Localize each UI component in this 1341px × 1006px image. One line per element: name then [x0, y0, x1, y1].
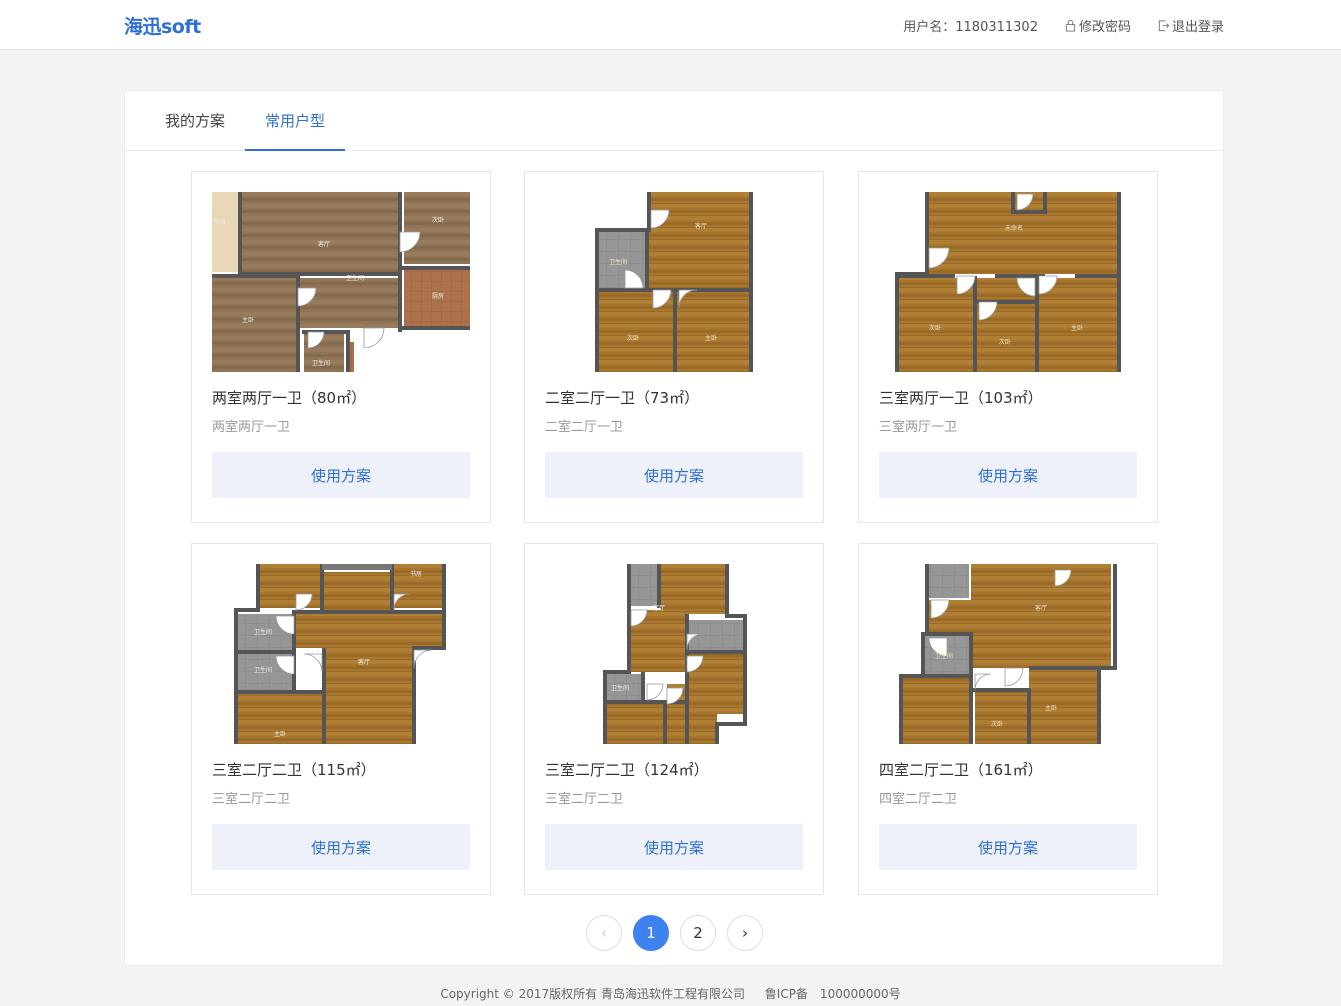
layout-title: 四室二厅二卫（161㎡）	[879, 761, 1043, 779]
use-plan-button[interactable]: 使用方案	[212, 824, 470, 870]
username-display: 用户名：1180311302	[903, 16, 1038, 35]
copyright-text: Copyright © 2017版权所有 青岛海迅软件工程有限公司	[440, 987, 745, 1001]
room-label: 卫生间	[254, 666, 272, 674]
room-label: 主卧	[242, 316, 254, 324]
layout-card: 客厅 卫生间 三室二厅二卫（124㎡） 三室二厅二卫 使用方案	[524, 543, 824, 895]
room-label: 卫生间	[254, 628, 272, 636]
lock-icon	[1065, 19, 1076, 32]
page-button-2[interactable]: 2	[680, 915, 716, 951]
username-label: 用户名：1180311302	[903, 20, 1038, 35]
room-label: 主卧	[705, 334, 717, 342]
room-label: 客厅	[653, 604, 665, 612]
room-label: 客厅	[695, 222, 707, 230]
layout-title: 三室二厅二卫（124㎡）	[545, 761, 709, 779]
page-button-1[interactable]: 1	[633, 915, 669, 951]
room-label: 主卧	[1071, 324, 1083, 332]
floor-plan-image: 客厅 卫生间	[603, 564, 747, 744]
room-label: 客厅	[1035, 604, 1047, 612]
room-label: 次卧	[999, 338, 1011, 346]
top-header: 海迅soft 用户名：1180311302 修改密码 退出登录	[0, 0, 1341, 50]
layout-subtitle: 三室两厅一卫	[879, 420, 958, 435]
layout-subtitle: 两室两厅一卫	[212, 420, 291, 435]
tab-common-layouts[interactable]: 常用户型	[245, 91, 345, 151]
layout-subtitle: 四室二厅二卫	[879, 792, 958, 807]
chevron-left-icon: ‹	[601, 924, 607, 942]
use-plan-button[interactable]: 使用方案	[879, 824, 1137, 870]
room-label: 卫生间	[312, 359, 330, 367]
floor-plan-image: 卫生间 卫生间 客厅 主卧 书房	[234, 564, 448, 744]
room-label: 次卧	[432, 216, 444, 224]
logout-icon	[1158, 20, 1170, 32]
room-label: 客厅	[318, 240, 330, 248]
next-page-button[interactable]: ›	[727, 915, 763, 951]
use-plan-button[interactable]: 使用方案	[545, 824, 803, 870]
room-label: 卫生间	[609, 258, 627, 266]
layout-card: 未命名 次卧 次卧 主卧 三室两厅一卫（103㎡） 三室两厅一卫 使用方案	[858, 171, 1158, 523]
use-plan-button[interactable]: 使用方案	[879, 452, 1137, 498]
use-plan-button[interactable]: 使用方案	[212, 452, 470, 498]
floor-plan-image: 客厅 卫生间 主卧 次卧	[895, 564, 1117, 744]
room-label: 主卧	[1045, 704, 1057, 712]
user-bar: 用户名：1180311302 修改密码 退出登录	[903, 16, 1224, 35]
room-label: 次卧	[929, 324, 941, 332]
use-plan-button[interactable]: 使用方案	[545, 452, 803, 498]
layout-subtitle: 三室二厅二卫	[212, 792, 291, 807]
prev-page-button[interactable]: ‹	[586, 915, 622, 951]
layout-title: 三室两厅一卫（103㎡）	[879, 389, 1043, 407]
logout-link[interactable]: 退出登录	[1157, 16, 1224, 35]
layout-card: 客厅 卫生间 次卧 主卧 二室二厅一卫（73㎡） 二室二厅一卫 使用方案	[524, 171, 824, 523]
pagination: ‹ 1 2 ›	[586, 915, 774, 951]
change-password-link[interactable]: 修改密码	[1064, 16, 1131, 35]
room-label: 厨房	[432, 292, 444, 300]
room-label: 客厅	[358, 658, 370, 666]
tab-bar: 我的方案 常用户型	[125, 91, 1223, 151]
change-password-label: 修改密码	[1078, 20, 1131, 35]
room-label: 卫生间	[935, 652, 953, 660]
room-label: 主卧	[274, 730, 286, 738]
room-label: 书房	[410, 570, 422, 578]
room-label: 未命名	[1005, 224, 1023, 232]
tab-my-plans[interactable]: 我的方案	[163, 91, 227, 151]
layout-card: 客厅 卫生间 主卧 次卧 四室二厅二卫（161㎡） 四室二厅二卫 使用方案	[858, 543, 1158, 895]
floor-plan-image: 客厅 卫生间 次卧 主卧	[595, 192, 755, 372]
room-label: 次卧	[991, 720, 1003, 728]
layout-card: 卫生间 卫生间 客厅 主卧 书房 三室二厅二卫（115㎡） 三室二厅二卫 使用方…	[191, 543, 491, 895]
room-label: 阳台	[214, 218, 226, 226]
room-label: 卫生间	[346, 274, 364, 282]
layout-title: 二室二厅一卫（73㎡）	[545, 389, 700, 407]
main-panel: 我的方案 常用户型 阳台 客厅 次卧 主卧 厨房 卫生间 卫生间 两室两厅一卫（…	[124, 90, 1224, 966]
icp-text: 鲁ICP备 100000000号	[764, 987, 901, 1001]
chevron-right-icon: ›	[742, 924, 748, 942]
floor-plan-image: 未命名 次卧 次卧 主卧	[895, 192, 1121, 372]
layout-title: 三室二厅二卫（115㎡）	[212, 761, 376, 779]
layout-title: 两室两厅一卫（80㎡）	[212, 389, 367, 407]
room-label: 次卧	[627, 334, 639, 342]
logout-label: 退出登录	[1171, 20, 1224, 35]
brand-logo[interactable]: 海迅soft	[124, 12, 201, 39]
layout-card: 阳台 客厅 次卧 主卧 厨房 卫生间 卫生间 两室两厅一卫（80㎡） 两室两厅一…	[191, 171, 491, 523]
floor-plan-image: 阳台 客厅 次卧 主卧 厨房 卫生间 卫生间	[212, 192, 470, 372]
layout-subtitle: 三室二厅二卫	[545, 792, 624, 807]
room-label: 卫生间	[611, 684, 629, 692]
page-footer: Copyright © 2017版权所有 青岛海迅软件工程有限公司 鲁ICP备 …	[0, 985, 1341, 1002]
layout-subtitle: 二室二厅一卫	[545, 420, 624, 435]
